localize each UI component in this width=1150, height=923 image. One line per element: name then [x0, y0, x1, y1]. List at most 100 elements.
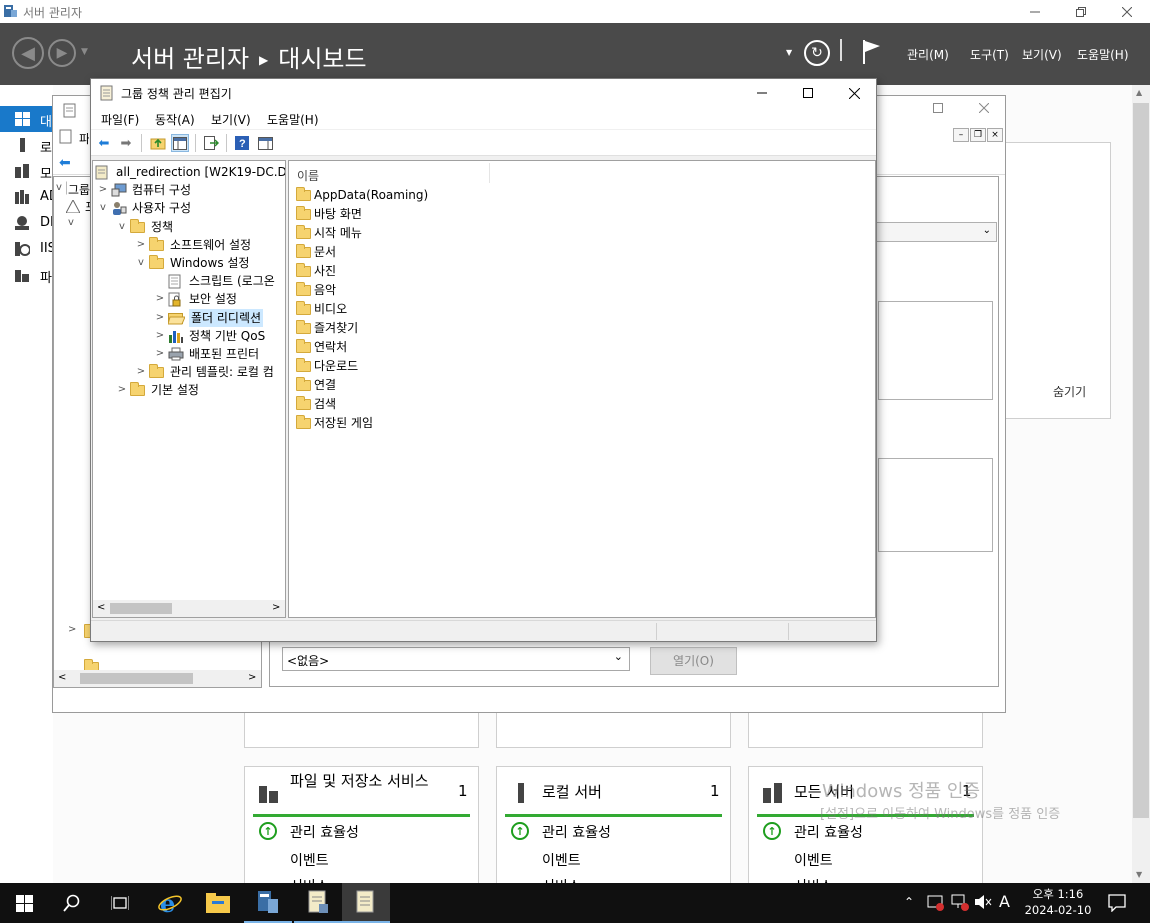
taskbar-gpmc[interactable]	[294, 883, 342, 923]
history-dropdown-icon[interactable]: ▼	[81, 47, 88, 57]
sidebar-item-dashboard[interactable]: 대시보드	[0, 106, 53, 132]
sidebar-item-file-storage[interactable]: 파일 및 저장소 서비스	[0, 262, 53, 288]
refresh-button[interactable]: ↻	[804, 40, 830, 66]
gpme-minimize-button[interactable]	[739, 79, 785, 107]
open-button[interactable]: 열기(O)	[650, 647, 737, 675]
gpme-close-button[interactable]	[831, 79, 877, 107]
tile-row-manageability[interactable]: 관리 효율성	[794, 822, 863, 842]
back-button[interactable]: ◀	[12, 37, 44, 69]
collapse-icon[interactable]: v	[135, 254, 147, 272]
hide-link[interactable]: 숨기기	[1053, 383, 1086, 400]
gpmc-close-button[interactable]	[961, 96, 1007, 119]
up-folder-button[interactable]	[149, 134, 167, 152]
taskbar-server-manager[interactable]	[244, 883, 292, 923]
menu-help[interactable]: 도움말(H)	[267, 111, 319, 128]
gpmc-tree-hscroll[interactable]: < >	[54, 670, 261, 687]
search-button[interactable]	[48, 883, 96, 923]
help-button[interactable]: ?	[233, 134, 251, 152]
tile-local-server[interactable]: 로컬 서버 1 ↑ 관리 효율성 이벤트 서비스	[496, 766, 731, 896]
collapse-icon[interactable]: v	[116, 218, 128, 236]
gpme-maximize-button[interactable]	[785, 79, 831, 107]
tile-file-storage[interactable]: 파일 및 저장소 서비스 1 ↑ 관리 효율성 이벤트 서비스	[244, 766, 479, 896]
back-arrow-icon[interactable]: ⬅	[95, 134, 113, 152]
restore-button[interactable]	[1058, 0, 1104, 23]
expand-icon[interactable]: >	[135, 236, 147, 254]
mdi-close-button[interactable]: ×	[987, 128, 1003, 142]
task-view-button[interactable]	[96, 883, 144, 923]
expand-icon[interactable]: >	[154, 345, 166, 363]
scroll-left-icon[interactable]: <	[58, 672, 66, 683]
tree-hscroll[interactable]: < >	[93, 600, 285, 617]
menu-tools[interactable]: 도구(T)	[970, 46, 1009, 63]
scroll-up-icon[interactable]: ▲	[1136, 88, 1142, 97]
tile-row-events[interactable]: 이벤트	[542, 850, 581, 870]
gpmc-restore-button[interactable]	[915, 96, 961, 119]
scroll-down-icon[interactable]: ▼	[1136, 870, 1142, 879]
tile-row-events[interactable]: 이벤트	[290, 850, 329, 870]
tile-row-manageability[interactable]: 관리 효율성	[290, 822, 359, 842]
forward-button[interactable]: ▶	[48, 39, 76, 67]
network-icon[interactable]	[951, 893, 969, 911]
export-list-button[interactable]	[202, 134, 220, 152]
volume-muted-icon[interactable]	[974, 893, 992, 911]
wmi-filter-dropdown[interactable]: <없음> ⌄	[282, 647, 630, 671]
tile-row-manageability[interactable]: 관리 효율성	[542, 822, 611, 842]
taskbar-clock[interactable]: 오후 1:16 2024-02-10	[1020, 886, 1096, 918]
vertical-scrollbar[interactable]: ▲ ▼	[1132, 85, 1150, 883]
menu-view[interactable]: 보기(V)	[211, 111, 251, 128]
notification-center-icon[interactable]	[1108, 894, 1126, 912]
show-hidden-icons-button[interactable]: ⌃	[904, 895, 914, 909]
expand-icon[interactable]: >	[135, 363, 147, 381]
gpmc-back-icon[interactable]: ⬅	[59, 155, 71, 171]
tree-item-label: 스크립트 (로그온	[189, 274, 275, 289]
scroll-thumb[interactable]	[80, 673, 193, 684]
input-method-indicator[interactable]: A	[999, 892, 1010, 911]
scroll-left-icon[interactable]: <	[97, 602, 105, 613]
expand-icon[interactable]: >	[97, 181, 109, 199]
show-hide-tree-button[interactable]	[171, 134, 189, 152]
start-button[interactable]	[0, 883, 48, 923]
tile-row-events[interactable]: 이벤트	[794, 850, 833, 870]
menu-help[interactable]: 도움말(H)	[1077, 46, 1129, 63]
close-button[interactable]	[1104, 0, 1150, 23]
properties-view-button[interactable]	[256, 134, 274, 152]
sidebar-item-ad-ds[interactable]: AD DS	[0, 184, 53, 210]
menu-view[interactable]: 보기(V)	[1022, 46, 1062, 63]
gpmc-filter-dropdown[interactable]: ⌄	[875, 222, 997, 242]
breadcrumb-root[interactable]: 서버 관리자	[131, 45, 249, 73]
menu-file[interactable]: 파일(F)	[101, 111, 139, 128]
collapse-icon[interactable]: v	[97, 199, 109, 217]
scroll-right-icon[interactable]: >	[248, 672, 256, 683]
expand-icon[interactable]: >	[68, 624, 76, 635]
sidebar-item-iis[interactable]: IIS	[0, 236, 53, 262]
column-header-name[interactable]: 이름	[297, 167, 319, 184]
taskbar-gpme[interactable]	[342, 883, 390, 923]
refresh-dropdown-icon[interactable]: ▼	[786, 48, 792, 57]
sidebar-item-all-servers[interactable]: 모든 서버	[0, 158, 53, 184]
collapse-icon[interactable]: v	[56, 182, 62, 193]
menu-action[interactable]: 동작(A)	[155, 111, 195, 128]
menu-manage[interactable]: 관리(M)	[907, 46, 949, 63]
mdi-minimize-button[interactable]: –	[953, 128, 969, 142]
forward-arrow-icon[interactable]: ➡	[117, 134, 135, 152]
taskbar-file-explorer[interactable]	[194, 883, 242, 923]
expand-icon[interactable]: >	[154, 327, 166, 345]
minimize-button[interactable]	[1012, 0, 1058, 23]
chevron-down-icon: ⌄	[982, 225, 991, 236]
sidebar-item-local-server[interactable]: 로컬 서버	[0, 132, 53, 158]
column-divider[interactable]	[489, 163, 490, 183]
scroll-thumb[interactable]	[110, 603, 172, 614]
gpmc-menu-file[interactable]: 파	[79, 130, 89, 147]
collapse-icon[interactable]: v	[68, 217, 74, 228]
gpmc-tree-root[interactable]: 그룹	[67, 181, 91, 198]
mdi-restore-button[interactable]: ❐	[970, 128, 986, 142]
security-alert-icon[interactable]	[927, 893, 945, 911]
scroll-right-icon[interactable]: >	[272, 602, 280, 613]
taskbar-internet-explorer[interactable]: e	[146, 883, 194, 923]
sidebar-item-dns[interactable]: DNS	[0, 210, 53, 236]
expand-icon[interactable]: >	[116, 381, 128, 399]
notifications-flag-icon[interactable]	[862, 39, 882, 65]
expand-icon[interactable]: >	[154, 309, 166, 327]
expand-icon[interactable]: >	[154, 290, 166, 308]
scroll-thumb[interactable]	[1133, 103, 1149, 818]
